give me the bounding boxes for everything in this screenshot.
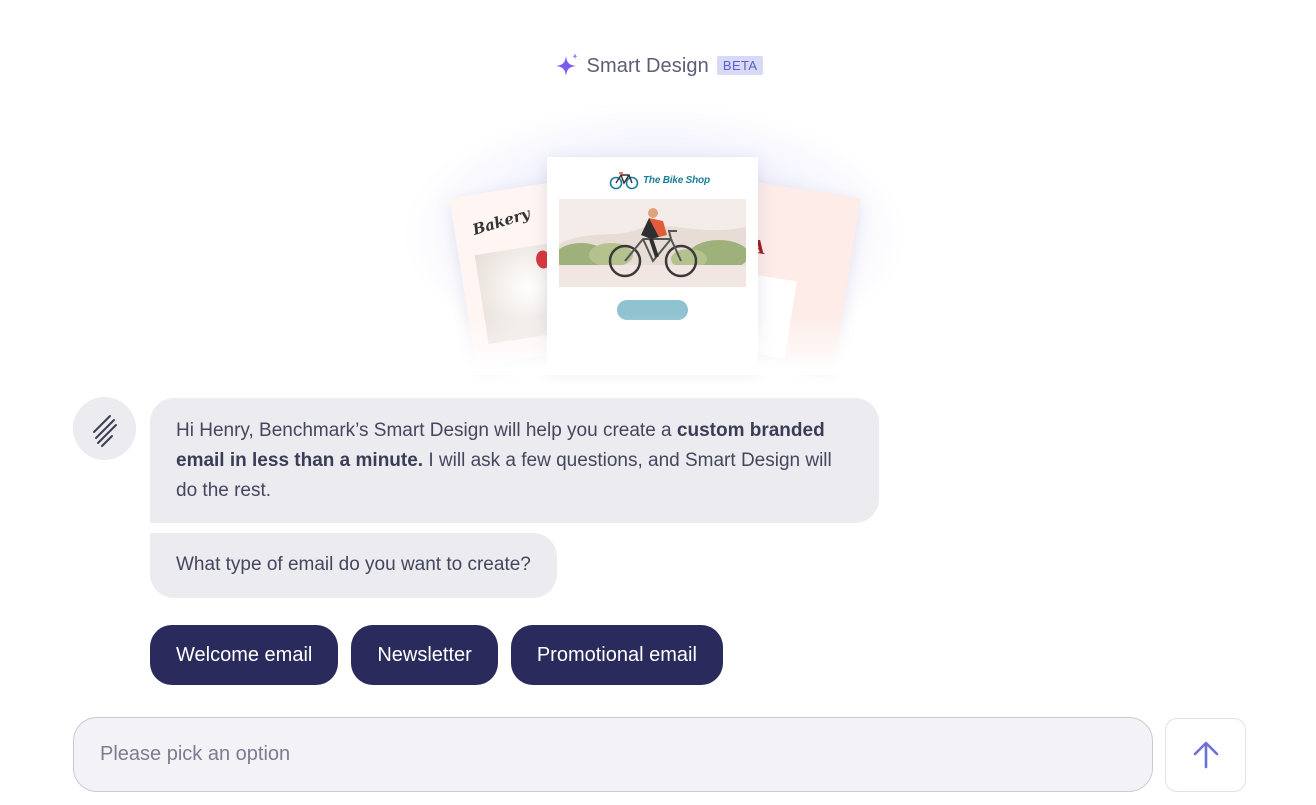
- bike-shop-name: The Bike Shop: [643, 174, 710, 186]
- smart-design-header: Smart Design BETA: [0, 52, 1316, 80]
- bot-message-intro: Hi Henry, Benchmark’s Smart Design will …: [150, 398, 879, 523]
- bicycle-icon: [609, 172, 639, 190]
- page-title: Smart Design: [586, 54, 709, 77]
- newsletter-option-button[interactable]: Newsletter: [351, 625, 498, 685]
- bot-message-question: What type of email do you want to create…: [150, 533, 557, 598]
- option-buttons: Welcome email Newsletter Promotional ema…: [150, 625, 723, 685]
- send-button[interactable]: [1165, 718, 1246, 792]
- bot-avatar: [73, 397, 136, 460]
- bakery-logo: Bakery: [470, 204, 533, 239]
- bike-shop-logo: The Bike Shop: [609, 170, 710, 190]
- sparkle-icon: [553, 52, 581, 80]
- cyclist-image: [559, 199, 746, 287]
- message-input[interactable]: [74, 718, 1152, 791]
- benchmark-logo-icon: [92, 414, 117, 447]
- beta-badge: BETA: [716, 55, 764, 75]
- message-input-container: [73, 717, 1153, 792]
- welcome-email-option-button[interactable]: Welcome email: [150, 625, 339, 685]
- arrow-up-icon: [1193, 741, 1218, 769]
- hero-fade: [390, 315, 920, 375]
- intro-text-part1: Hi Henry, Benchmark’s Smart Design will …: [176, 420, 677, 441]
- promotional-email-option-button[interactable]: Promotional email: [510, 625, 723, 685]
- hero-illustration: Bakery RIA The Bike Shop: [390, 90, 920, 375]
